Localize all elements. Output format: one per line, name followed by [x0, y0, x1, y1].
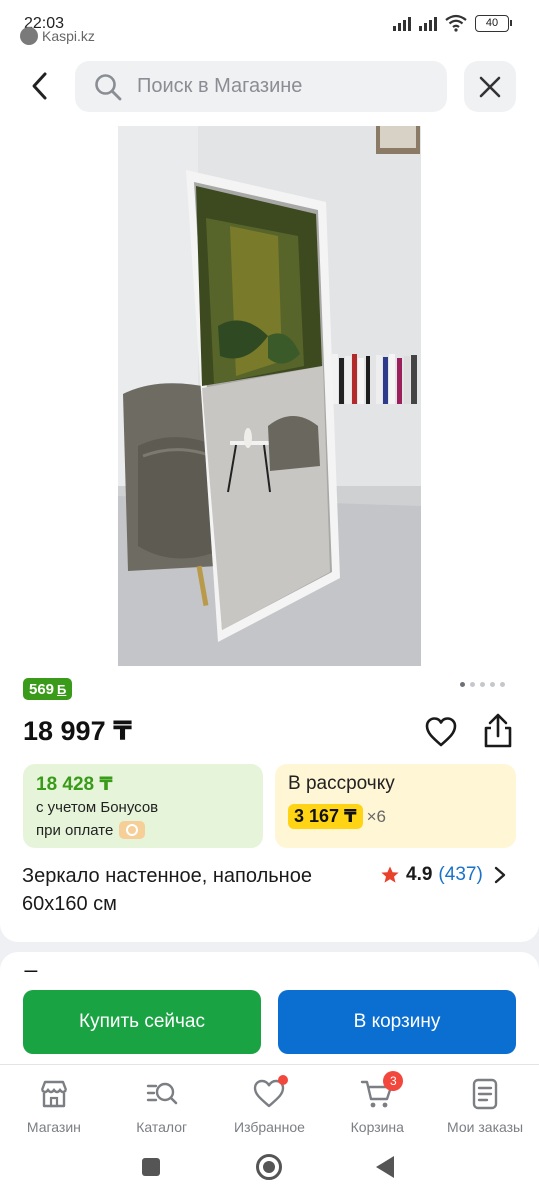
- chevron-right-icon: [494, 866, 505, 884]
- reviews-count: (437): [438, 864, 483, 885]
- close-button[interactable]: [464, 61, 516, 112]
- add-to-cart-button[interactable]: В корзину: [278, 990, 516, 1054]
- buy-now-button[interactable]: Купить сейчас: [23, 990, 261, 1054]
- product-rating[interactable]: 4.9 (437): [380, 864, 507, 886]
- bonus-price-amount: 18 428 ₸: [36, 774, 113, 795]
- favorite-button[interactable]: [423, 714, 459, 750]
- share-icon: [484, 713, 512, 748]
- orders-icon: [472, 1078, 498, 1110]
- product-price: 18 997 ₸: [23, 716, 132, 746]
- battery-icon: 40: [475, 14, 512, 32]
- chevron-left-icon: [32, 72, 47, 100]
- tab-catalog[interactable]: Каталог: [108, 1065, 216, 1140]
- bonus-points-badge: 569 Б: [23, 678, 73, 700]
- tab-label-favorites: Избранное: [234, 1119, 305, 1135]
- gallery-dot: [480, 682, 485, 687]
- gallery-dot: [490, 682, 495, 687]
- tab-label-cart: Корзина: [350, 1119, 404, 1135]
- installment-multiplier: ×6: [366, 806, 386, 826]
- installment-payment: 3 167 ₸ ×6: [288, 804, 386, 829]
- search-icon: [95, 73, 122, 100]
- back-button[interactable]: [22, 66, 58, 106]
- product-title: Зеркало настенное, напольное 60х160 см: [22, 865, 312, 915]
- mirror-photo-illustration: [118, 126, 421, 666]
- action-bar: Купить сейчас В корзину: [0, 972, 539, 1064]
- wifi-icon: [445, 14, 467, 32]
- signal-icon: [393, 15, 411, 31]
- shop-icon: [40, 1080, 68, 1108]
- cart-count-badge: 3: [383, 1071, 404, 1091]
- star-icon: [381, 866, 399, 883]
- bonus-price-note-2: при оплате: [36, 821, 146, 839]
- tab-favorites[interactable]: Избранное: [216, 1065, 324, 1140]
- tab-label-orders: Мои заказы: [447, 1119, 524, 1135]
- status-notification-source: Kaspi.kz: [20, 27, 95, 45]
- status-bar: 22:03 Kaspi.kz 40: [0, 0, 539, 48]
- installment-title: В рассрочку: [288, 773, 395, 794]
- search-input[interactable]: [137, 75, 417, 98]
- bonus-price-note: с учетом Бонусов: [36, 799, 159, 816]
- installment-amount: 3 167 ₸: [288, 804, 363, 829]
- system-navigation-bar: [0, 1140, 539, 1200]
- close-icon: [479, 76, 501, 97]
- favorites-notification-dot: [277, 1075, 288, 1085]
- product-card: 569 Б 18 997 ₸ 18 428 ₸ с учетом Бонусов…: [0, 126, 539, 942]
- gallery-dot: [470, 682, 475, 687]
- status-indicators: 40: [393, 14, 512, 32]
- heart-outline-icon: [425, 717, 457, 747]
- signal-icon-2: [419, 15, 437, 31]
- gallery-dot: [460, 682, 465, 687]
- bottom-tab-bar: Магазин Каталог Избранное 3 Корзина Мои …: [0, 1064, 539, 1140]
- share-button[interactable]: [480, 712, 516, 750]
- tab-orders[interactable]: Мои заказы: [431, 1065, 539, 1140]
- bonus-points-unit: Б: [57, 681, 67, 697]
- tab-shop[interactable]: Магазин: [0, 1065, 108, 1140]
- system-back-button[interactable]: [376, 1156, 394, 1178]
- gallery-pagination: [460, 682, 505, 687]
- recent-apps-button[interactable]: [142, 1158, 160, 1176]
- kaspi-app-icon: [20, 27, 38, 45]
- tab-cart[interactable]: 3 Корзина: [323, 1065, 431, 1140]
- search-bar[interactable]: [75, 61, 447, 112]
- bonus-price-payment-label: при оплате: [36, 821, 114, 839]
- status-source-label: Kaspi.kz: [42, 28, 95, 44]
- installment-box[interactable]: В рассрочку 3 167 ₸ ×6: [275, 764, 516, 848]
- product-photo[interactable]: [118, 126, 421, 666]
- catalog-search-icon: [146, 1082, 177, 1105]
- top-header: [0, 48, 539, 126]
- bonus-price-box[interactable]: 18 428 ₸ с учетом Бонусов при оплате: [23, 764, 263, 848]
- kaspi-pay-icon: [119, 821, 146, 839]
- home-button[interactable]: [256, 1154, 282, 1180]
- tab-label-catalog: Каталог: [136, 1119, 188, 1135]
- bonus-points-value: 569: [29, 680, 55, 698]
- gallery-dot: [500, 682, 505, 687]
- rating-value: 4.9: [406, 864, 433, 885]
- tab-label-shop: Магазин: [26, 1119, 81, 1135]
